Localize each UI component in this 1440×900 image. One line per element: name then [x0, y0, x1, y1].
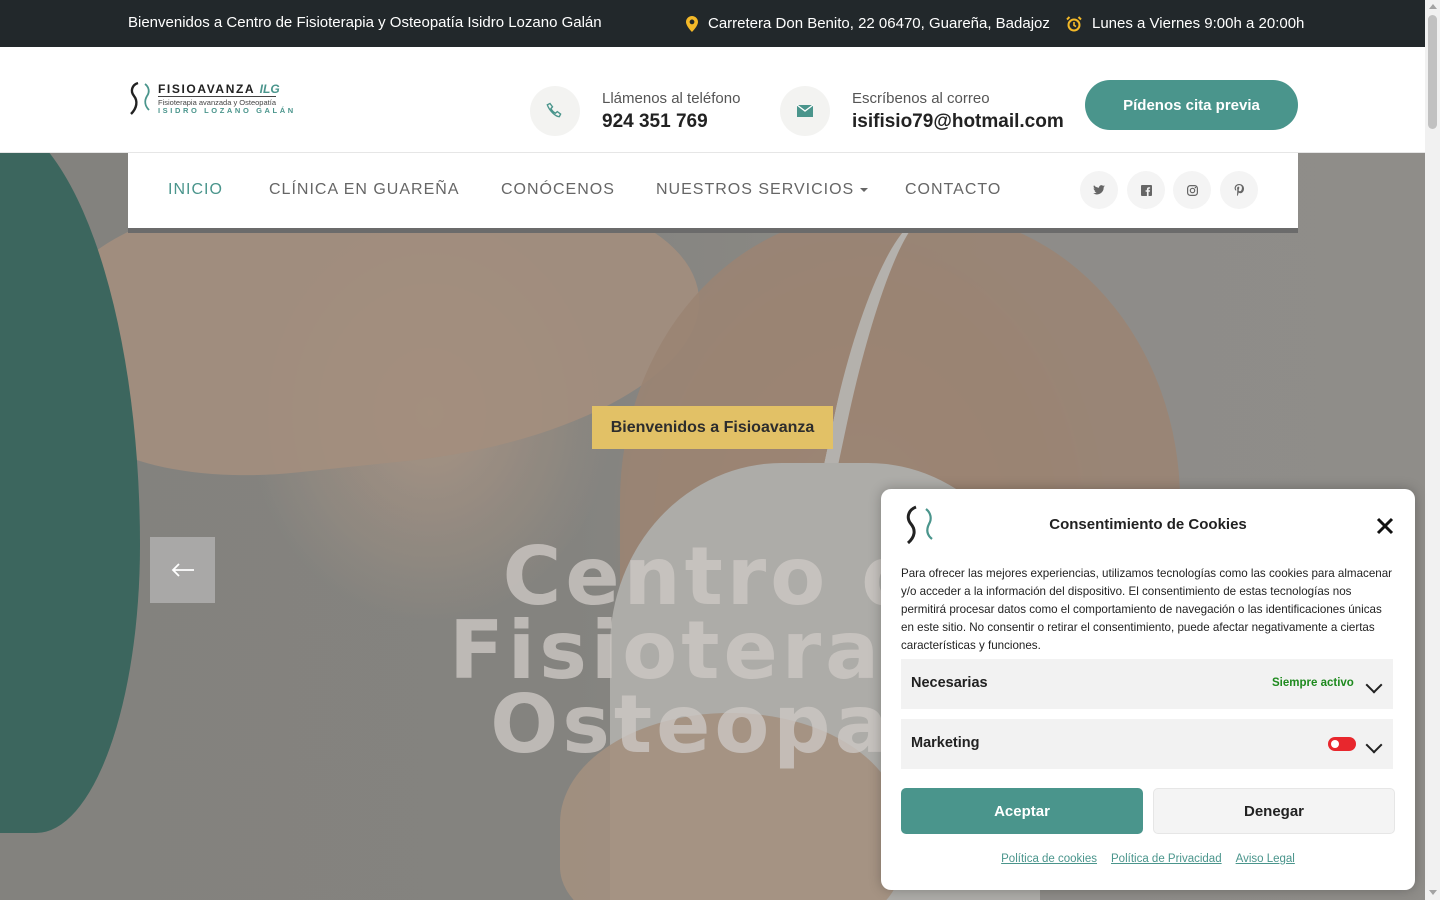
cookie-description: Para ofrecer las mejores experiencias, u… — [901, 567, 1393, 652]
book-appointment-button[interactable]: Pídenos cita previa — [1085, 80, 1298, 130]
cookie-policy-links: Política de cookies Política de Privacid… — [881, 853, 1415, 865]
hero-badge: Bienvenidos a Fisioavanza — [592, 406, 833, 449]
chevron-down-icon[interactable] — [1365, 736, 1383, 754]
caret-down-icon — [860, 187, 869, 192]
nav-item-servicios[interactable]: NUESTROS SERVICIOS — [656, 181, 869, 199]
phone-label: Llámenos al teléfono — [602, 89, 741, 107]
email-label: Escríbenos al correo — [852, 89, 990, 107]
email-contact[interactable]: Escríbenos al correo isifisio79@hotmail.… — [780, 86, 1064, 136]
site-logo[interactable]: FISIOAVANZA ILG Fisioterapia avanzada y … — [128, 81, 293, 117]
logo-brand: FISIOAVANZA ILG — [158, 82, 280, 96]
nav-item-inicio[interactable]: INICIO — [168, 181, 223, 199]
logo-owner: ISIDRO LOZANO GALÁN — [158, 106, 296, 115]
phone-number[interactable]: 924 351 769 — [602, 111, 740, 133]
twitter-icon[interactable] — [1080, 171, 1118, 209]
phone-contact[interactable]: Llámenos al teléfono 924 351 769 — [530, 86, 740, 136]
hours-text: Lunes a Viernes 9:00h a 20:00h — [1092, 15, 1305, 32]
category-name: Marketing — [911, 735, 980, 751]
email-address[interactable]: isifisio79@hotmail.com — [852, 111, 1064, 133]
pinterest-icon[interactable] — [1220, 171, 1258, 209]
top-bar: Bienvenidos a Centro de Fisioterapia y O… — [0, 0, 1425, 47]
welcome-text: Bienvenidos a Centro de Fisioterapia y O… — [128, 14, 602, 31]
category-name: Necesarias — [911, 675, 988, 691]
mail-icon — [780, 86, 830, 136]
always-active-label: Siempre activo — [1272, 677, 1354, 689]
marketing-toggle[interactable] — [1328, 737, 1356, 751]
page-scrollbar[interactable] — [1425, 0, 1440, 900]
nav-item-conocenos[interactable]: CONÓCENOS — [501, 181, 615, 199]
map-pin-icon — [686, 15, 698, 32]
logo-mark-icon — [130, 81, 150, 115]
accept-button[interactable]: Aceptar — [901, 788, 1143, 834]
address-info: Carretera Don Benito, 22 06470, Guareña,… — [686, 15, 1050, 32]
scroll-down-icon[interactable] — [1429, 890, 1437, 895]
facebook-icon[interactable] — [1127, 171, 1165, 209]
scrollbar-thumb[interactable] — [1428, 15, 1437, 129]
address-text: Carretera Don Benito, 22 06470, Guareña,… — [708, 15, 1050, 32]
phone-icon — [530, 86, 580, 136]
legal-notice-link[interactable]: Aviso Legal — [1236, 853, 1295, 865]
cookie-policy-link[interactable]: Política de cookies — [1001, 853, 1097, 865]
chevron-down-icon[interactable] — [1365, 676, 1383, 694]
hours-info: Lunes a Viernes 9:00h a 20:00h — [1066, 15, 1304, 32]
cookie-consent-dialog: Consentimiento de Cookies Para ofrecer l… — [881, 489, 1415, 890]
main-nav: INICIO CLÍNICA EN GUAREÑA CONÓCENOS NUES… — [128, 153, 1298, 233]
scroll-up-icon[interactable] — [1429, 4, 1437, 9]
cookie-title: Consentimiento de Cookies — [1049, 516, 1247, 533]
cookie-category-necesarias[interactable]: Necesarias Siempre activo — [901, 659, 1393, 709]
site-header: FISIOAVANZA ILG Fisioterapia avanzada y … — [0, 47, 1425, 153]
privacy-policy-link[interactable]: Política de Privacidad — [1111, 853, 1222, 865]
deny-button[interactable]: Denegar — [1153, 788, 1395, 834]
nav-item-clinica[interactable]: CLÍNICA EN GUAREÑA — [269, 181, 459, 199]
nav-item-contacto[interactable]: CONTACTO — [905, 181, 1001, 199]
instagram-icon[interactable] — [1173, 171, 1211, 209]
cookie-category-marketing[interactable]: Marketing — [901, 719, 1393, 769]
alarm-clock-icon — [1066, 15, 1082, 32]
close-icon[interactable] — [1375, 516, 1395, 536]
